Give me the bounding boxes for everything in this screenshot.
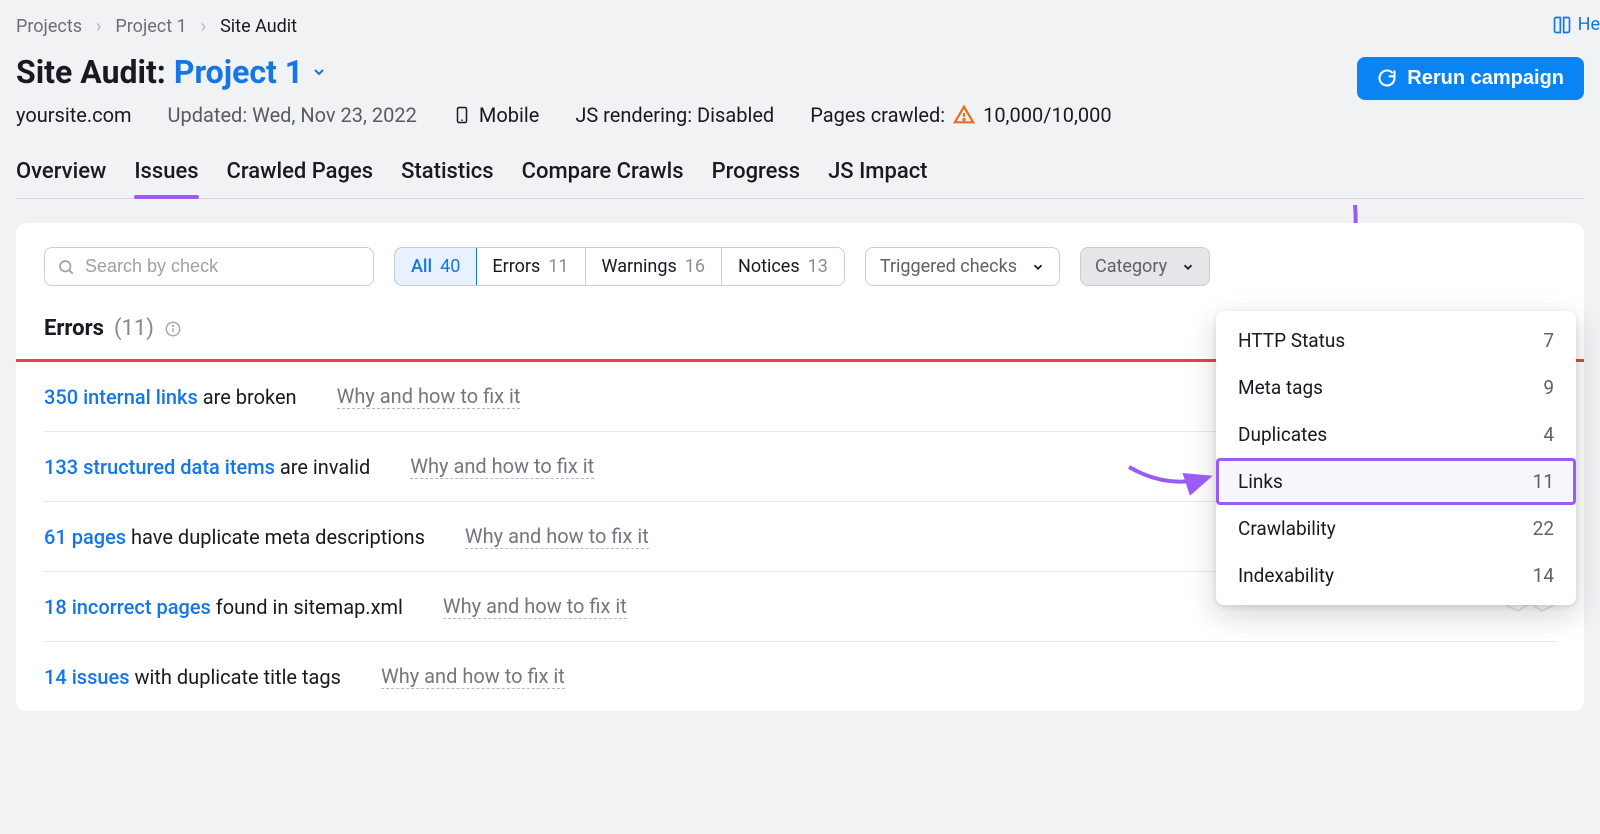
chevron-down-icon: [1031, 260, 1045, 274]
refresh-icon: [1377, 68, 1397, 88]
rerun-campaign-button[interactable]: Rerun campaign: [1357, 57, 1584, 100]
tab-js-impact[interactable]: JS Impact: [828, 151, 927, 198]
updated-text: Updated: Wed, Nov 23, 2022: [168, 103, 417, 127]
pages-crawled: Pages crawled: 10,000/10,000: [810, 103, 1111, 127]
tab-crawled-pages[interactable]: Crawled Pages: [227, 151, 374, 198]
help-link[interactable]: He: [1552, 14, 1600, 35]
section-count: (11): [114, 316, 154, 341]
search-input-wrapper[interactable]: [44, 247, 374, 286]
why-fix-link[interactable]: Why and how to fix it: [465, 524, 649, 549]
category-item-http-status[interactable]: HTTP Status7: [1216, 317, 1576, 364]
tab-progress[interactable]: Progress: [712, 151, 801, 198]
severity-segments: All40 Errors11 Warnings16 Notices13: [394, 247, 845, 286]
site-domain: yoursite.com: [16, 103, 132, 127]
tab-statistics[interactable]: Statistics: [401, 151, 494, 198]
category-item-indexability[interactable]: Indexability14: [1216, 552, 1576, 599]
rerun-label: Rerun campaign: [1407, 67, 1564, 90]
tab-compare-crawls[interactable]: Compare Crawls: [522, 151, 684, 198]
tab-issues[interactable]: Issues: [134, 151, 198, 198]
category-item-crawlability[interactable]: Crawlability22: [1216, 505, 1576, 552]
breadcrumb: Projects › Project 1 › Site Audit: [16, 16, 1584, 37]
book-icon: [1552, 15, 1572, 35]
page-title: Site Audit: Project 1: [16, 53, 327, 91]
search-icon: [57, 258, 75, 276]
warning-icon: [953, 104, 975, 126]
help-label: He: [1578, 14, 1600, 35]
category-dropdown[interactable]: Category: [1080, 247, 1210, 286]
mobile-icon: [453, 103, 471, 127]
js-rendering: JS rendering: Disabled: [575, 103, 774, 127]
title-text: Site Audit:: [16, 53, 166, 91]
segment-notices[interactable]: Notices13: [722, 248, 844, 285]
breadcrumb-projects[interactable]: Projects: [16, 16, 82, 37]
issues-panel: All40 Errors11 Warnings16 Notices13 Trig…: [16, 223, 1584, 711]
why-fix-link[interactable]: Why and how to fix it: [337, 384, 521, 409]
device-info: Mobile: [453, 103, 539, 127]
why-fix-link[interactable]: Why and how to fix it: [381, 664, 565, 689]
why-fix-link[interactable]: Why and how to fix it: [443, 594, 627, 619]
chevron-right-icon: ›: [96, 16, 101, 37]
triggered-checks-dropdown[interactable]: Triggered checks: [865, 247, 1060, 286]
breadcrumb-project1[interactable]: Project 1: [115, 16, 186, 37]
category-item-duplicates[interactable]: Duplicates4: [1216, 411, 1576, 458]
segment-all[interactable]: All40: [394, 247, 477, 286]
search-input[interactable]: [85, 256, 361, 277]
project-name: Project 1: [174, 53, 303, 91]
section-title: Errors: [44, 316, 104, 341]
category-item-links[interactable]: Links11: [1216, 458, 1576, 505]
info-icon[interactable]: [164, 320, 182, 338]
tab-bar: Overview Issues Crawled Pages Statistics…: [16, 151, 1584, 199]
project-selector[interactable]: Project 1: [174, 53, 327, 91]
meta-bar: yoursite.com Updated: Wed, Nov 23, 2022 …: [16, 103, 1584, 127]
segment-errors[interactable]: Errors11: [476, 248, 585, 285]
issue-row[interactable]: 14 issues with duplicate title tags Why …: [44, 642, 1556, 711]
segment-warnings[interactable]: Warnings16: [586, 248, 722, 285]
category-item-meta-tags[interactable]: Meta tags9: [1216, 364, 1576, 411]
why-fix-link[interactable]: Why and how to fix it: [410, 454, 594, 479]
chevron-right-icon: ›: [201, 16, 206, 37]
category-menu: HTTP Status7 Meta tags9 Duplicates4 Link…: [1216, 311, 1576, 605]
chevron-down-icon: [1181, 260, 1195, 274]
tab-overview[interactable]: Overview: [16, 151, 106, 198]
chevron-down-icon: [311, 64, 327, 80]
breadcrumb-current: Site Audit: [220, 16, 297, 37]
